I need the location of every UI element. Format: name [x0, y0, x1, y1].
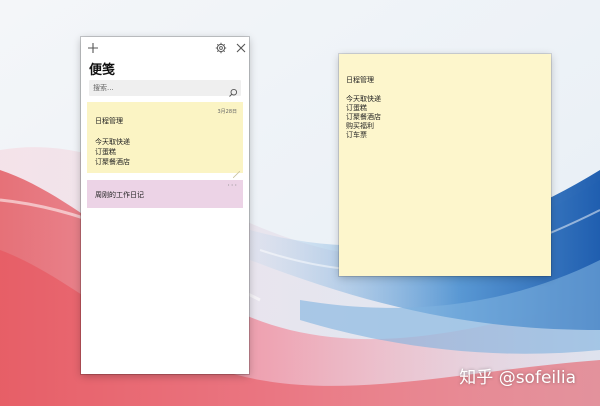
- more-options-icon[interactable]: ···: [227, 181, 238, 190]
- search-input[interactable]: [93, 81, 221, 95]
- gear-icon[interactable]: [214, 41, 228, 55]
- note-title: 周刚的工作日记: [95, 191, 144, 199]
- note-card-schedule[interactable]: 3月28日 日程管理 今天取快递 订蛋糕 订聚餐酒店: [87, 102, 243, 179]
- open-note-window[interactable]: 日程管理 今天取快递 订蛋糕 订聚餐酒店 购买福利 订车票: [339, 54, 551, 276]
- note-line: 订聚餐酒店: [95, 158, 130, 166]
- search-box: [89, 80, 241, 97]
- close-icon[interactable]: [234, 41, 248, 55]
- note-card-work-diary[interactable]: ··· 周刚的工作日记: [87, 180, 243, 208]
- open-note-body[interactable]: 今天取快递 订蛋糕 订聚餐酒店 购买福利 订车票: [346, 95, 381, 140]
- note-line: 今天取快递: [346, 95, 381, 103]
- corner-fold-icon: [232, 163, 241, 179]
- note-date: 3月28日: [217, 109, 237, 115]
- watermark: 知乎 @sofeilia: [459, 368, 576, 388]
- note-line: 订蛋糕: [95, 148, 116, 156]
- open-note-title[interactable]: 日程管理: [346, 75, 374, 85]
- title-bar: [81, 37, 249, 59]
- search-icon[interactable]: [228, 83, 238, 97]
- note-line: 订聚餐酒店: [346, 113, 381, 121]
- note-lines: 今天取快递 订蛋糕 订聚餐酒店: [95, 137, 130, 167]
- note-title: 日程管理: [95, 117, 123, 125]
- plus-icon[interactable]: [86, 41, 100, 55]
- app-title: 便笺: [89, 63, 116, 78]
- note-line: 订蛋糕: [346, 104, 367, 112]
- sticky-notes-window: 便笺 3月28日 日程管理 今天取快递 订蛋糕 订聚餐酒店 ··· 周刚的工作日…: [81, 37, 249, 374]
- note-line: 订车票: [346, 131, 367, 139]
- note-line: 今天取快递: [95, 138, 130, 146]
- note-line: 购买福利: [346, 122, 374, 130]
